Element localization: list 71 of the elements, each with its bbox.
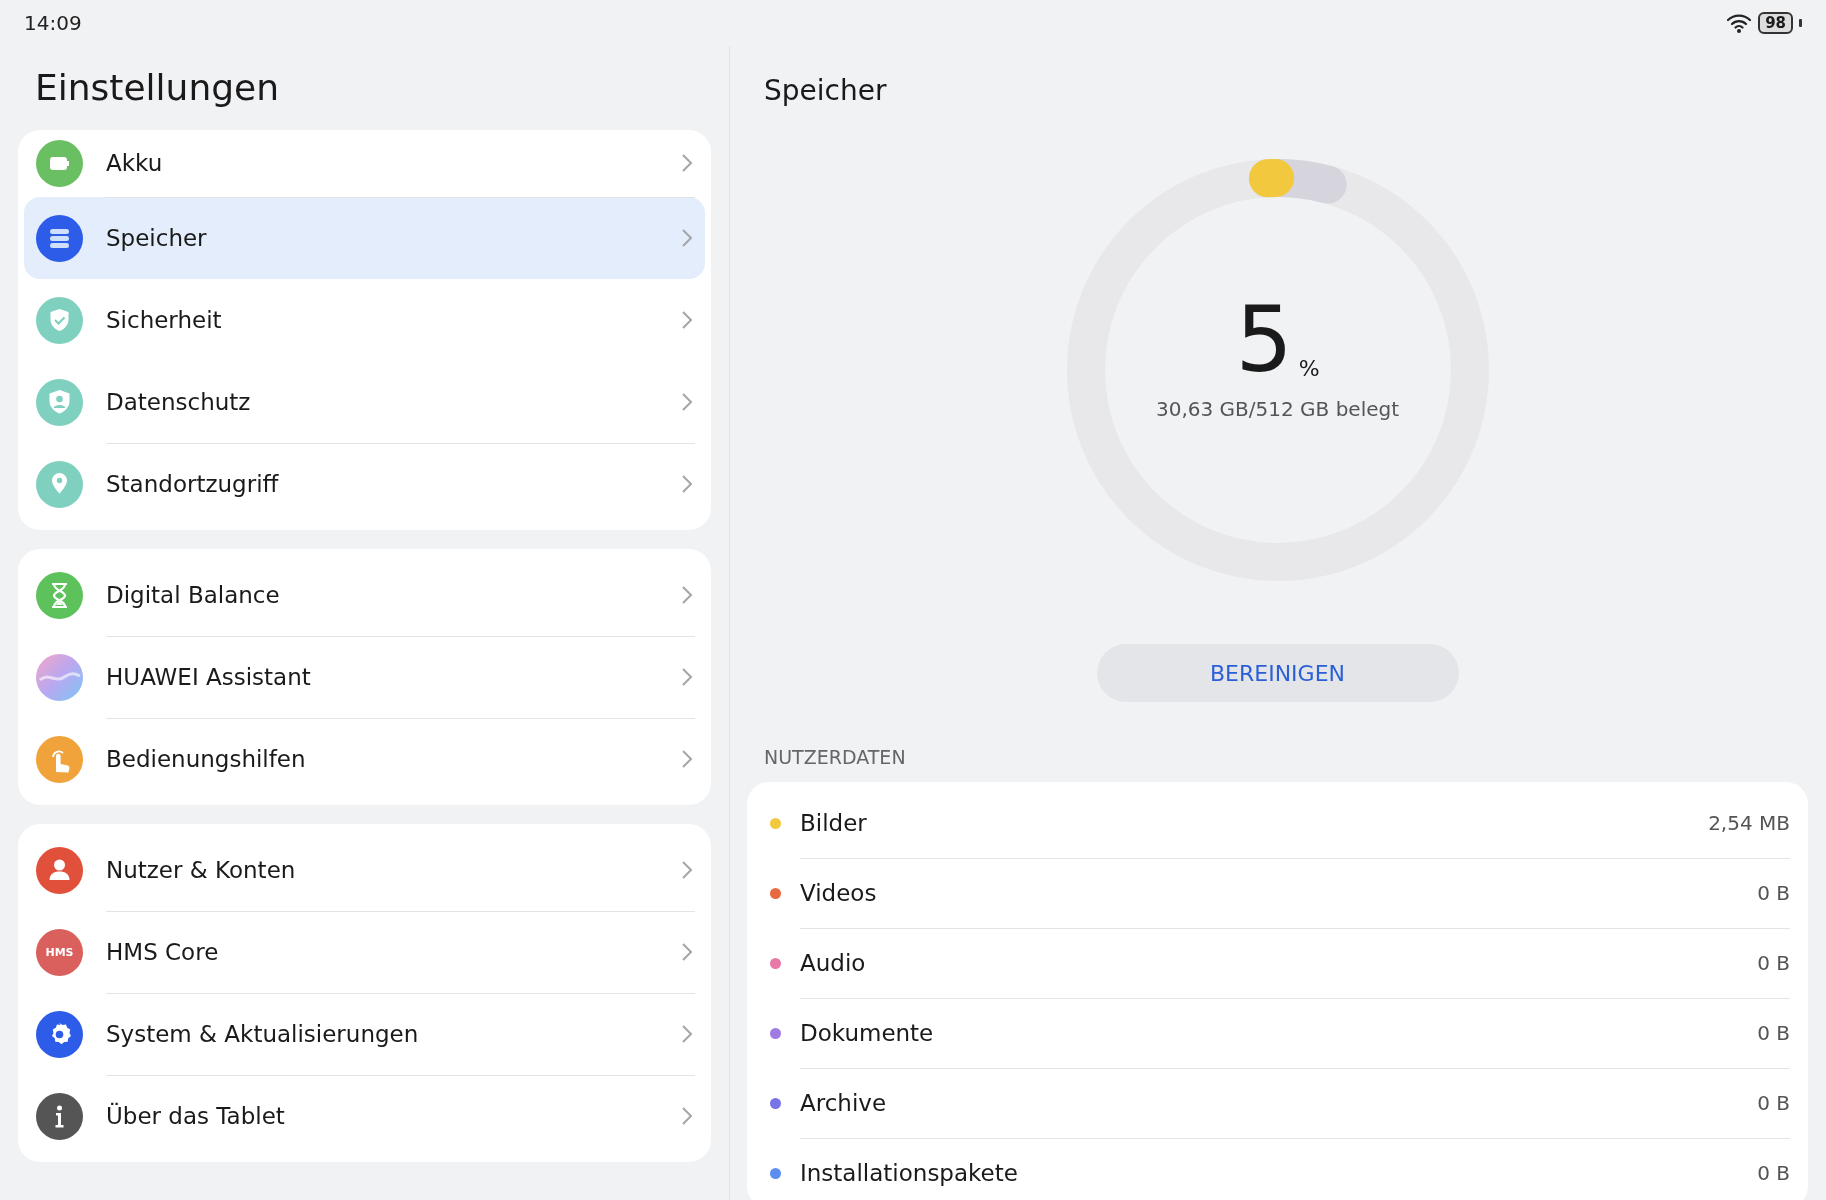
category-size: 0 B [1757, 1160, 1790, 1185]
settings-item[interactable]: Digital Balance [24, 554, 705, 636]
category-label: Installationspakete [800, 1159, 1019, 1186]
percent-sign: % [1298, 356, 1320, 381]
status-time: 14:09 [24, 11, 82, 35]
settings-item[interactable]: Datenschutz [24, 361, 705, 443]
chevron-right-icon [681, 1105, 693, 1126]
item-label: System & Aktualisierungen [106, 1020, 420, 1047]
battery-level: 98 [1758, 12, 1793, 34]
item-label: HUAWEI Assistant [106, 663, 312, 690]
settings-item[interactable]: Sicherheit [24, 279, 705, 361]
item-label: Datenschutz [106, 388, 252, 415]
item-label: Standortzugriff [106, 470, 280, 497]
item-label: Sicherheit [106, 306, 223, 333]
user-icon [36, 846, 83, 894]
category-label: Audio [800, 949, 867, 976]
settings-item[interactable]: System & Aktualisierungen [24, 993, 705, 1075]
usage-percent: 5 [1235, 295, 1293, 385]
location-pin-icon [36, 460, 83, 508]
settings-item[interactable]: Bedienungshilfen [24, 718, 705, 800]
assistant-icon [36, 653, 83, 701]
category-label: Dokumente [800, 1019, 935, 1046]
settings-item[interactable]: Speicher [24, 197, 705, 279]
category-size: 0 B [1757, 1020, 1790, 1045]
chevron-right-icon [681, 941, 693, 962]
chevron-right-icon [681, 227, 693, 248]
chevron-right-icon [681, 391, 693, 412]
shield-person-icon [36, 378, 83, 426]
item-label: Bedienungshilfen [106, 745, 307, 772]
info-icon [36, 1092, 83, 1140]
settings-item[interactable]: HMS HMS Core [24, 911, 705, 993]
wifi-icon [1726, 13, 1753, 33]
item-label: Über das Tablet [106, 1102, 286, 1129]
battery-icon [36, 140, 83, 187]
item-label: Akku [106, 150, 164, 176]
section-header: NUTZERDATEN [764, 746, 907, 770]
chevron-right-icon [681, 1023, 693, 1044]
category-size: 0 B [1757, 880, 1790, 905]
shield-icon [36, 296, 83, 344]
category-label: Archive [800, 1089, 888, 1116]
page-title: Speicher [764, 73, 888, 109]
category-label: Bilder [800, 809, 868, 836]
category-size: 0 B [1757, 950, 1790, 975]
category-label: Videos [800, 879, 878, 906]
hms-icon: HMS [36, 928, 83, 976]
item-label: Nutzer & Konten [106, 856, 297, 883]
chevron-right-icon [681, 666, 693, 687]
category-size: 2,54 MB [1708, 810, 1790, 835]
item-label: HMS Core [106, 938, 220, 965]
storage-icon [36, 214, 83, 262]
settings-icon [36, 1010, 83, 1058]
chevron-right-icon [681, 859, 693, 880]
page-title: Einstellungen [35, 66, 281, 110]
settings-item[interactable]: HUAWEI Assistant [24, 636, 705, 718]
settings-item[interactable]: Über das Tablet [24, 1075, 705, 1157]
chevron-right-icon [681, 748, 693, 769]
chevron-right-icon [681, 584, 693, 605]
chevron-right-icon [681, 473, 693, 494]
touch-hand-icon [36, 735, 83, 783]
category-size: 0 B [1757, 1090, 1790, 1115]
item-label: Speicher [106, 224, 208, 251]
settings-item[interactable]: Standortzugriff [24, 443, 705, 525]
usage-caption: 30,63 GB/512 GB belegt [1155, 397, 1400, 421]
chevron-right-icon [681, 309, 693, 330]
hourglass-icon [36, 571, 83, 619]
item-label: Digital Balance [106, 581, 281, 608]
battery-tip-icon [1799, 19, 1802, 27]
settings-item[interactable]: Nutzer & Konten [24, 829, 705, 911]
clean-button[interactable]: BEREINIGEN [1096, 644, 1459, 702]
chevron-right-icon [681, 153, 693, 173]
settings-item[interactable]: Akku [24, 130, 705, 197]
